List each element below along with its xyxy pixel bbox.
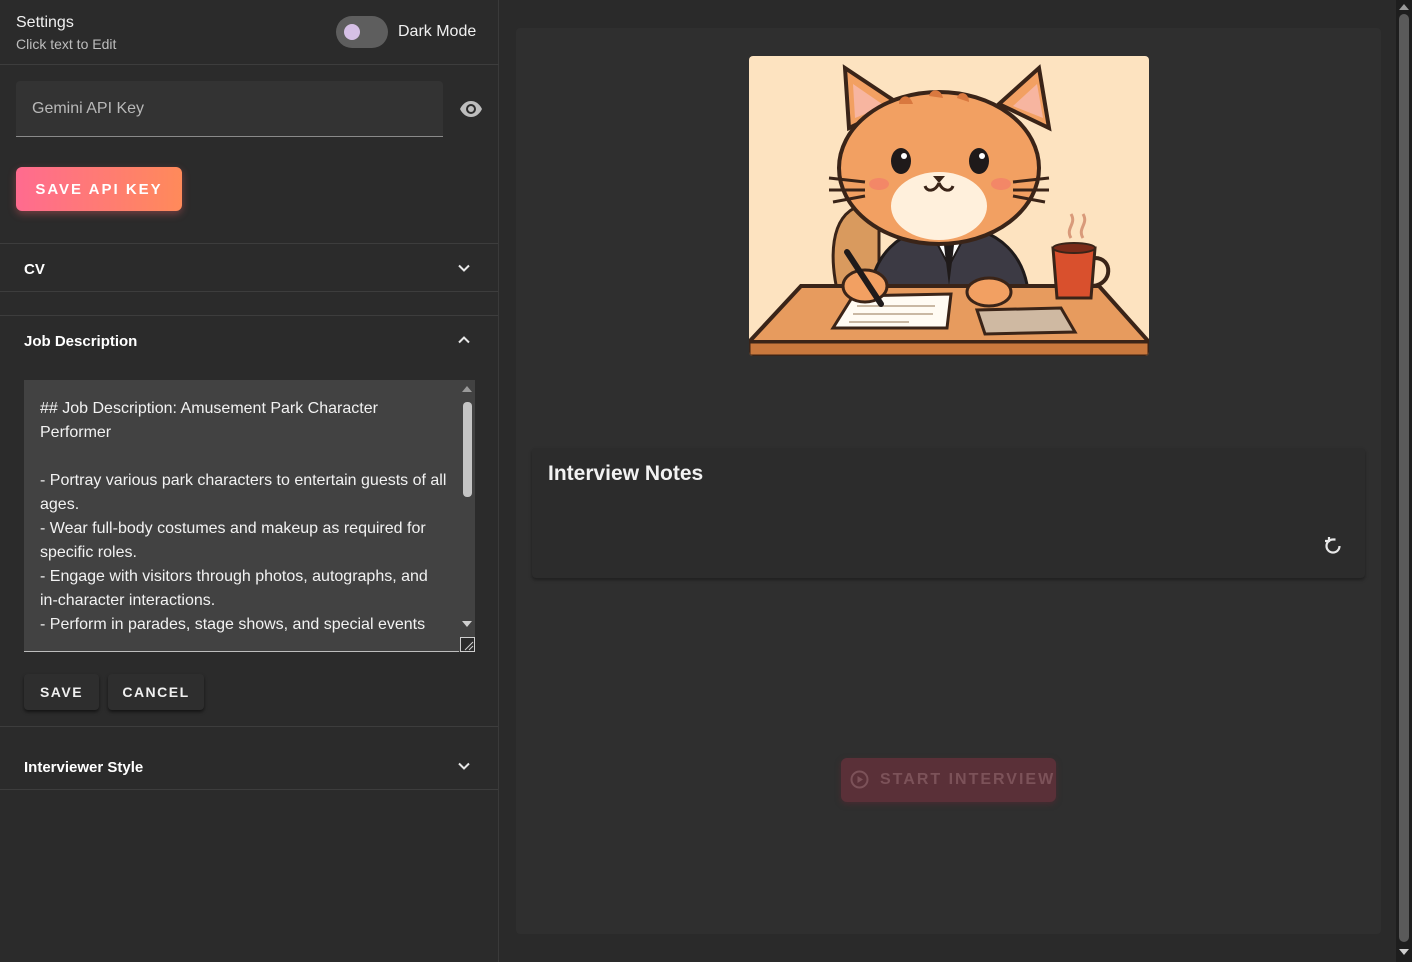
accordion-cv[interactable]: CV xyxy=(0,243,498,292)
page-scroll-thumb[interactable] xyxy=(1399,14,1409,942)
save-api-key-button[interactable]: SAVE API KEY xyxy=(16,167,182,211)
accordion-cv-title: CV xyxy=(24,261,45,278)
toggle-knob xyxy=(344,24,360,40)
settings-title: Settings xyxy=(16,14,74,31)
scroll-up-arrow-icon[interactable] xyxy=(1399,4,1409,10)
refresh-icon[interactable] xyxy=(1321,534,1345,558)
chevron-up-icon xyxy=(458,336,470,344)
resize-handle[interactable] xyxy=(460,637,475,652)
job-description-text[interactable]: ## Job Description: Amusement Park Chara… xyxy=(40,397,450,637)
api-key-field[interactable] xyxy=(16,81,443,137)
eye-icon[interactable] xyxy=(459,98,483,120)
interview-notes-title: Interview Notes xyxy=(548,462,704,485)
dark-mode-toggle[interactable] xyxy=(336,16,388,48)
chevron-down-icon xyxy=(458,264,470,272)
api-key-input[interactable] xyxy=(16,81,443,136)
scroll-down-arrow-icon[interactable] xyxy=(1399,949,1409,955)
accordion-job-description-header[interactable]: Job Description xyxy=(0,316,498,366)
accordion-interviewer-style[interactable]: Interviewer Style xyxy=(0,726,498,790)
job-description-save-button[interactable]: SAVE xyxy=(24,674,99,710)
play-circle-icon xyxy=(850,770,869,789)
textarea-scroll-thumb[interactable] xyxy=(463,402,472,497)
accordion-interviewer-style-title: Interviewer Style xyxy=(24,759,144,776)
scroll-up-arrow-icon[interactable] xyxy=(462,386,472,392)
chevron-down-icon xyxy=(458,762,470,770)
job-description-cancel-button[interactable]: CANCEL xyxy=(108,674,204,710)
dark-mode-label: Dark Mode xyxy=(398,23,477,40)
settings-subtitle: Click text to Edit xyxy=(16,36,117,52)
start-interview-label: START INTERVIEW xyxy=(880,771,1056,788)
interviewer-cat-illustration xyxy=(749,56,1149,356)
job-description-textarea[interactable]: ## Job Description: Amusement Park Chara… xyxy=(24,380,475,652)
scroll-down-arrow-icon[interactable] xyxy=(462,621,472,627)
accordion-job-description-title: Job Description xyxy=(24,333,138,350)
